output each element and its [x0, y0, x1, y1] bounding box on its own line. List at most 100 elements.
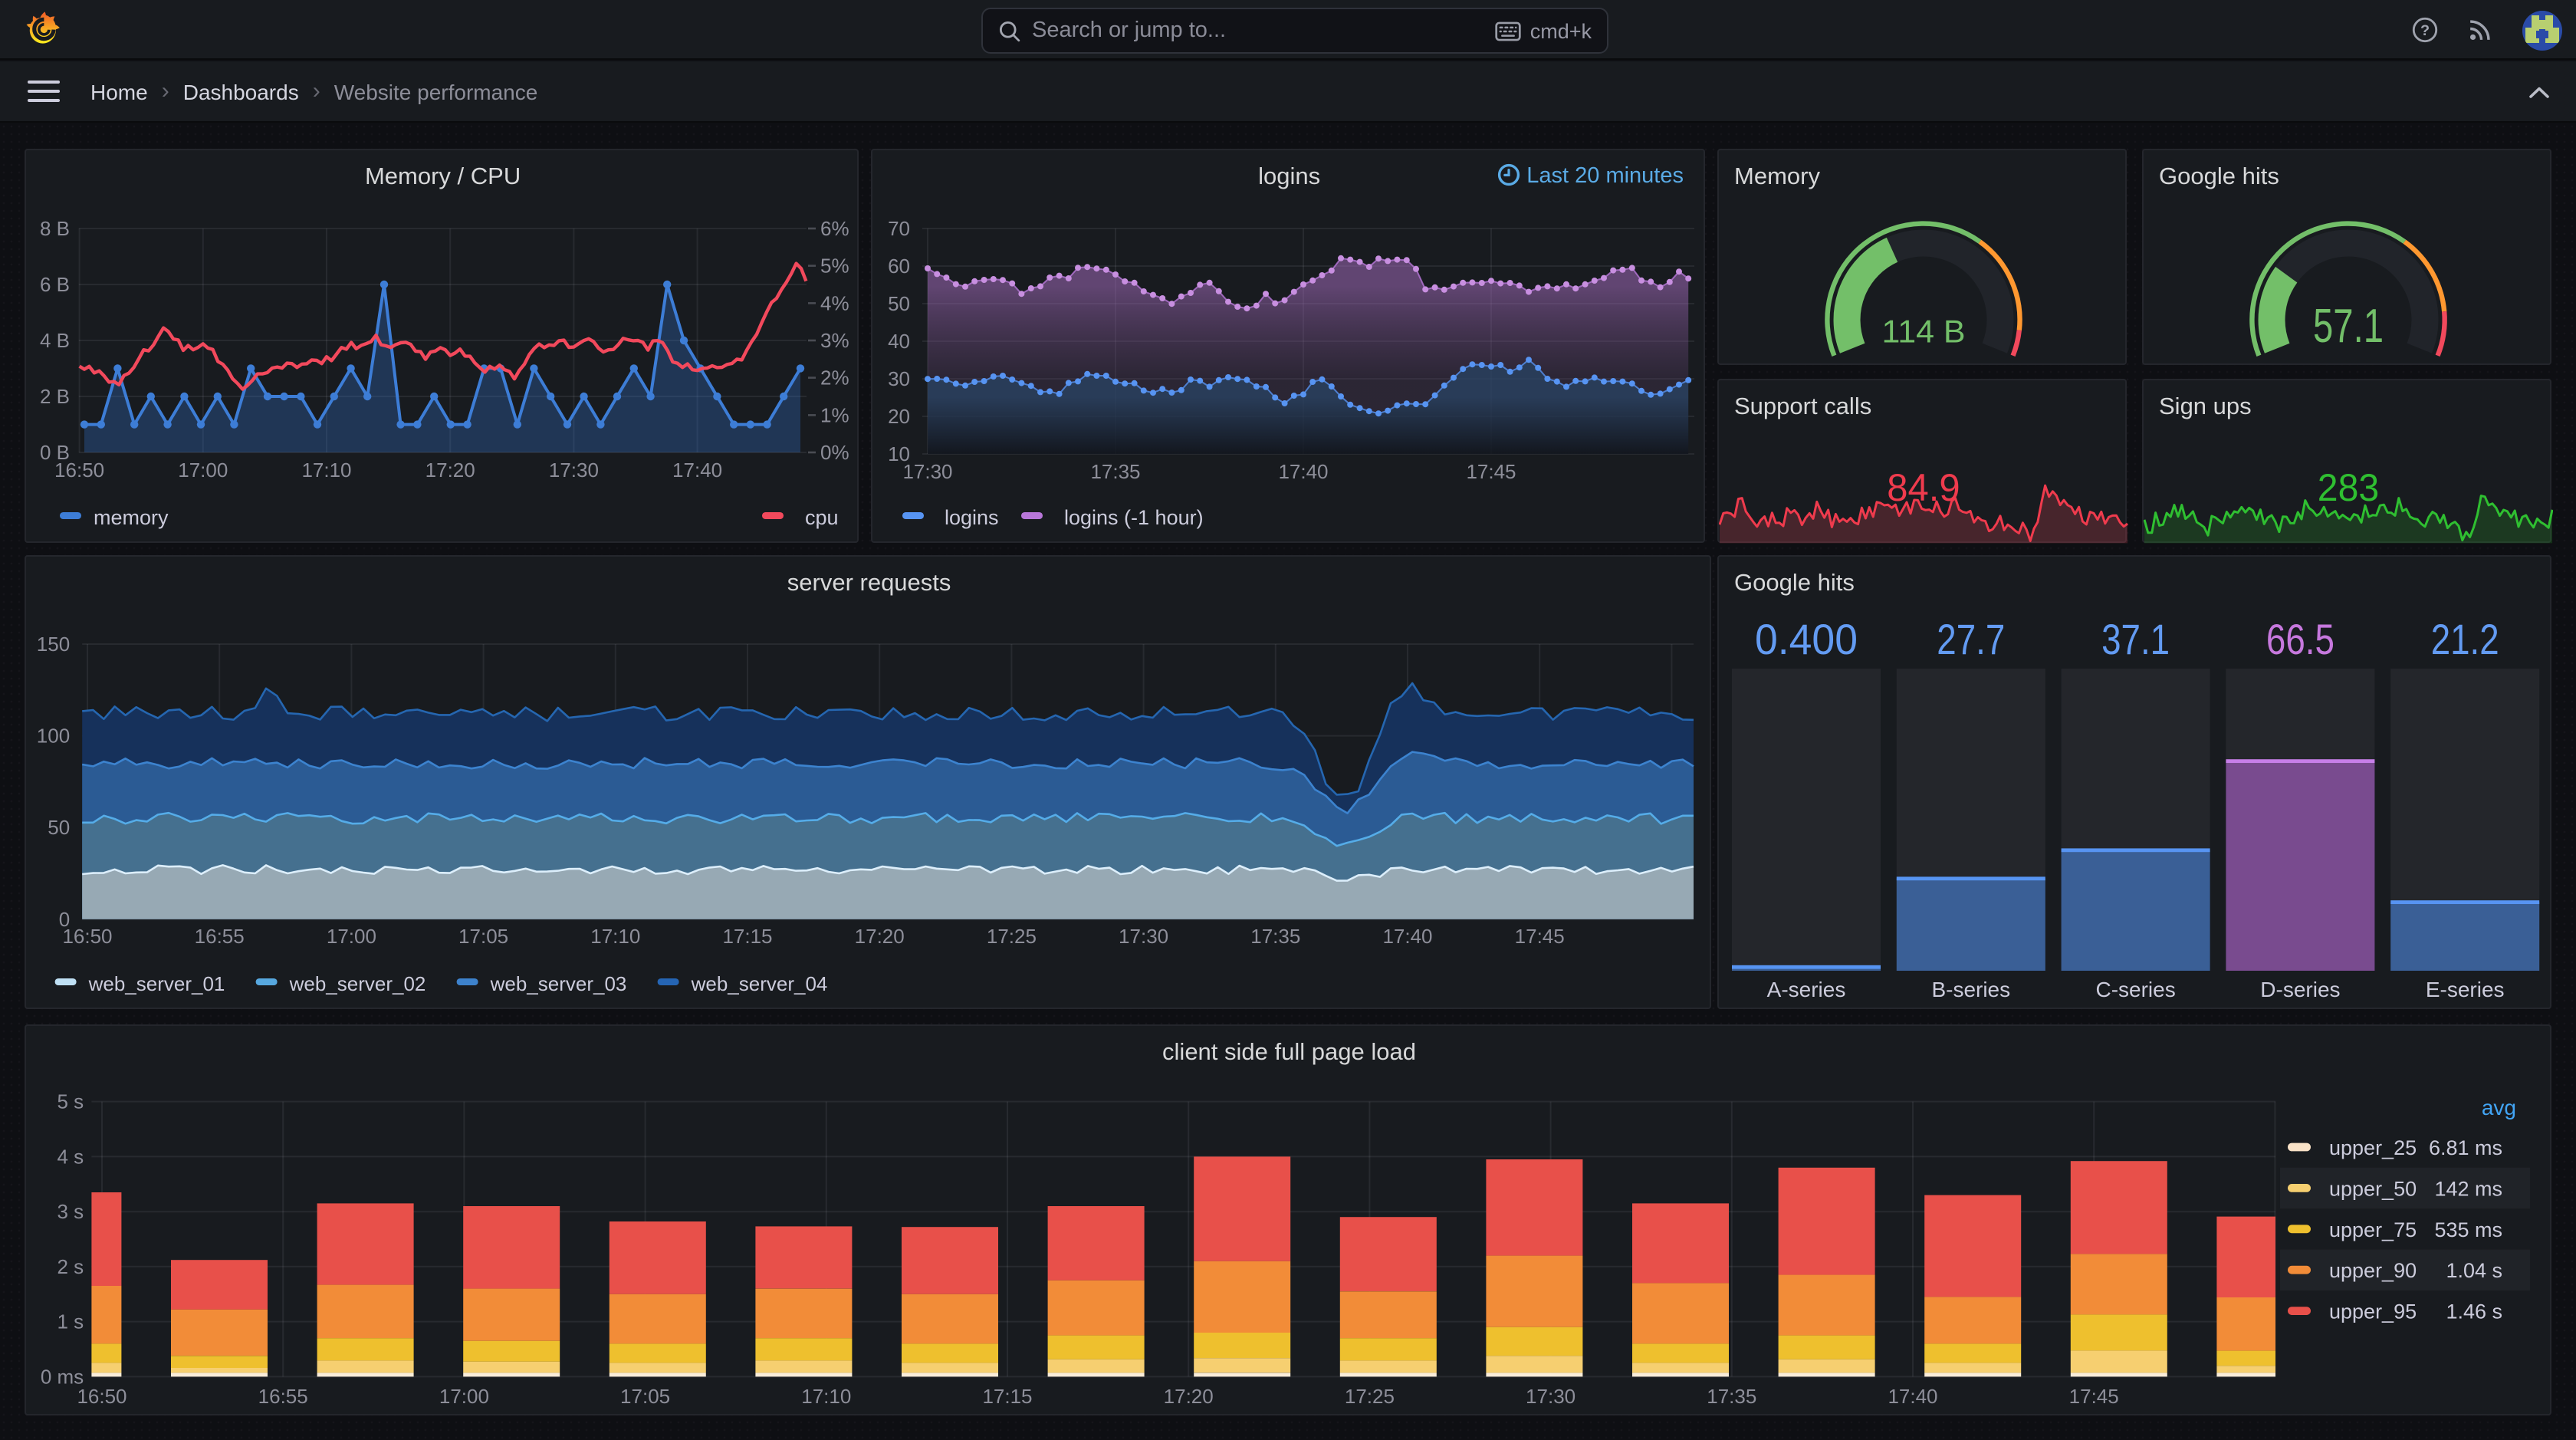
svg-text:17:05: 17:05 — [458, 925, 508, 948]
svg-text:16:50: 16:50 — [54, 458, 104, 481]
svg-text:upper_95: upper_95 — [2329, 1300, 2417, 1323]
svg-text:66.5: 66.5 — [2266, 615, 2334, 663]
svg-text:150: 150 — [37, 633, 70, 656]
svg-text:17:25: 17:25 — [987, 925, 1037, 948]
svg-text:upper_25: upper_25 — [2329, 1136, 2417, 1159]
svg-text:Support calls: Support calls — [1734, 392, 1871, 419]
svg-text:1.46 s: 1.46 s — [2446, 1300, 2502, 1323]
svg-text:5%: 5% — [820, 254, 849, 277]
svg-text:60: 60 — [888, 254, 910, 277]
svg-text:21.2: 21.2 — [2431, 615, 2499, 663]
svg-text:17:40: 17:40 — [1382, 925, 1432, 948]
svg-text:17:30: 17:30 — [1119, 925, 1168, 948]
svg-text:30: 30 — [888, 367, 910, 390]
svg-text:avg: avg — [2482, 1096, 2516, 1119]
svg-text:17:40: 17:40 — [1888, 1385, 1937, 1408]
svg-text:web_server_04: web_server_04 — [691, 972, 828, 995]
svg-text:17:40: 17:40 — [672, 458, 722, 481]
svg-text:17:20: 17:20 — [426, 458, 475, 481]
svg-text:0%: 0% — [820, 440, 849, 463]
svg-text:Memory / CPU: Memory / CPU — [365, 162, 521, 189]
svg-text:100: 100 — [37, 725, 70, 748]
svg-text:4%: 4% — [820, 291, 849, 314]
svg-text:17:00: 17:00 — [439, 1385, 489, 1408]
svg-text:16:50: 16:50 — [77, 1385, 127, 1408]
svg-text:C-series: C-series — [2095, 978, 2175, 1001]
svg-text:17:30: 17:30 — [902, 459, 952, 482]
svg-text:3 s: 3 s — [58, 1200, 84, 1223]
svg-text:17:20: 17:20 — [1164, 1385, 1214, 1408]
svg-text:17:15: 17:15 — [722, 925, 772, 948]
svg-text:17:10: 17:10 — [801, 1385, 851, 1408]
svg-text:20: 20 — [888, 404, 910, 427]
svg-text:3%: 3% — [820, 328, 849, 351]
svg-text:memory: memory — [94, 505, 169, 528]
svg-text:2 s: 2 s — [58, 1255, 84, 1278]
svg-text:client side full page load: client side full page load — [1162, 1038, 1416, 1065]
svg-text:6%: 6% — [820, 216, 849, 239]
svg-text:4 s: 4 s — [58, 1145, 84, 1168]
svg-text:logins: logins — [945, 505, 999, 528]
svg-text:upper_75: upper_75 — [2329, 1218, 2417, 1241]
svg-text:57.1: 57.1 — [2312, 299, 2383, 352]
svg-text:70: 70 — [888, 216, 910, 239]
svg-text:B-series: B-series — [1931, 978, 2010, 1001]
svg-text:17:40: 17:40 — [1278, 459, 1328, 482]
svg-text:0.400: 0.400 — [1755, 615, 1858, 663]
svg-text:?: ? — [2420, 22, 2430, 39]
svg-text:server requests: server requests — [787, 569, 951, 596]
svg-text:web_server_03: web_server_03 — [490, 972, 627, 995]
svg-text:17:10: 17:10 — [590, 925, 640, 948]
svg-text:16:50: 16:50 — [62, 925, 112, 948]
svg-text:84.9: 84.9 — [1887, 465, 1960, 508]
svg-text:8 B: 8 B — [40, 216, 70, 239]
svg-text:Google hits: Google hits — [2158, 162, 2279, 189]
svg-text:40: 40 — [888, 329, 910, 352]
svg-text:17:20: 17:20 — [855, 925, 905, 948]
svg-text:37.1: 37.1 — [2101, 615, 2170, 663]
svg-text:17:35: 17:35 — [1250, 925, 1300, 948]
svg-text:142 ms: 142 ms — [2434, 1177, 2502, 1200]
svg-text:6 B: 6 B — [40, 272, 70, 295]
svg-text:Last 20 minutes: Last 20 minutes — [1526, 163, 1684, 187]
svg-text:17:45: 17:45 — [1466, 459, 1516, 482]
svg-text:16:55: 16:55 — [258, 1385, 308, 1408]
svg-text:E-series: E-series — [2426, 978, 2505, 1001]
svg-text:Memory: Memory — [1734, 162, 1820, 189]
svg-text:1%: 1% — [820, 403, 849, 426]
svg-text:17:05: 17:05 — [620, 1385, 670, 1408]
svg-text:27.7: 27.7 — [1937, 615, 2005, 663]
svg-text:2 B: 2 B — [40, 384, 70, 407]
svg-text:Sign ups: Sign ups — [2158, 392, 2251, 419]
svg-text:17:25: 17:25 — [1345, 1385, 1395, 1408]
svg-text:2%: 2% — [820, 366, 849, 389]
svg-text:535 ms: 535 ms — [2434, 1218, 2502, 1241]
svg-text:17:30: 17:30 — [1526, 1385, 1576, 1408]
svg-text:17:10: 17:10 — [301, 458, 351, 481]
svg-text:283: 283 — [2317, 465, 2378, 508]
svg-text:17:35: 17:35 — [1707, 1385, 1756, 1408]
svg-text:A-series: A-series — [1767, 978, 1846, 1001]
svg-text:cpu: cpu — [805, 505, 839, 528]
svg-text:Google hits: Google hits — [1734, 569, 1855, 596]
svg-text:6.81 ms: 6.81 ms — [2429, 1136, 2502, 1159]
svg-text:1.04 s: 1.04 s — [2446, 1259, 2502, 1282]
svg-text:50: 50 — [48, 816, 70, 839]
svg-text:17:45: 17:45 — [2069, 1385, 2119, 1408]
svg-text:17:45: 17:45 — [1515, 925, 1565, 948]
svg-text:17:35: 17:35 — [1090, 459, 1140, 482]
svg-text:4 B: 4 B — [40, 328, 70, 351]
svg-text:logins (-1 hour): logins (-1 hour) — [1064, 505, 1204, 528]
svg-text:114 B: 114 B — [1882, 313, 1966, 349]
svg-text:upper_90: upper_90 — [2329, 1259, 2417, 1282]
svg-text:web_server_01: web_server_01 — [88, 972, 225, 995]
svg-text:17:30: 17:30 — [549, 458, 599, 481]
svg-text:50: 50 — [888, 291, 910, 314]
svg-text:17:00: 17:00 — [178, 458, 228, 481]
svg-text:D-series: D-series — [2260, 978, 2340, 1001]
svg-text:17:15: 17:15 — [982, 1385, 1032, 1408]
svg-text:17:00: 17:00 — [327, 925, 376, 948]
svg-text:5 s: 5 s — [58, 1090, 84, 1113]
svg-text:upper_50: upper_50 — [2329, 1177, 2417, 1200]
svg-text:web_server_02: web_server_02 — [289, 972, 426, 995]
